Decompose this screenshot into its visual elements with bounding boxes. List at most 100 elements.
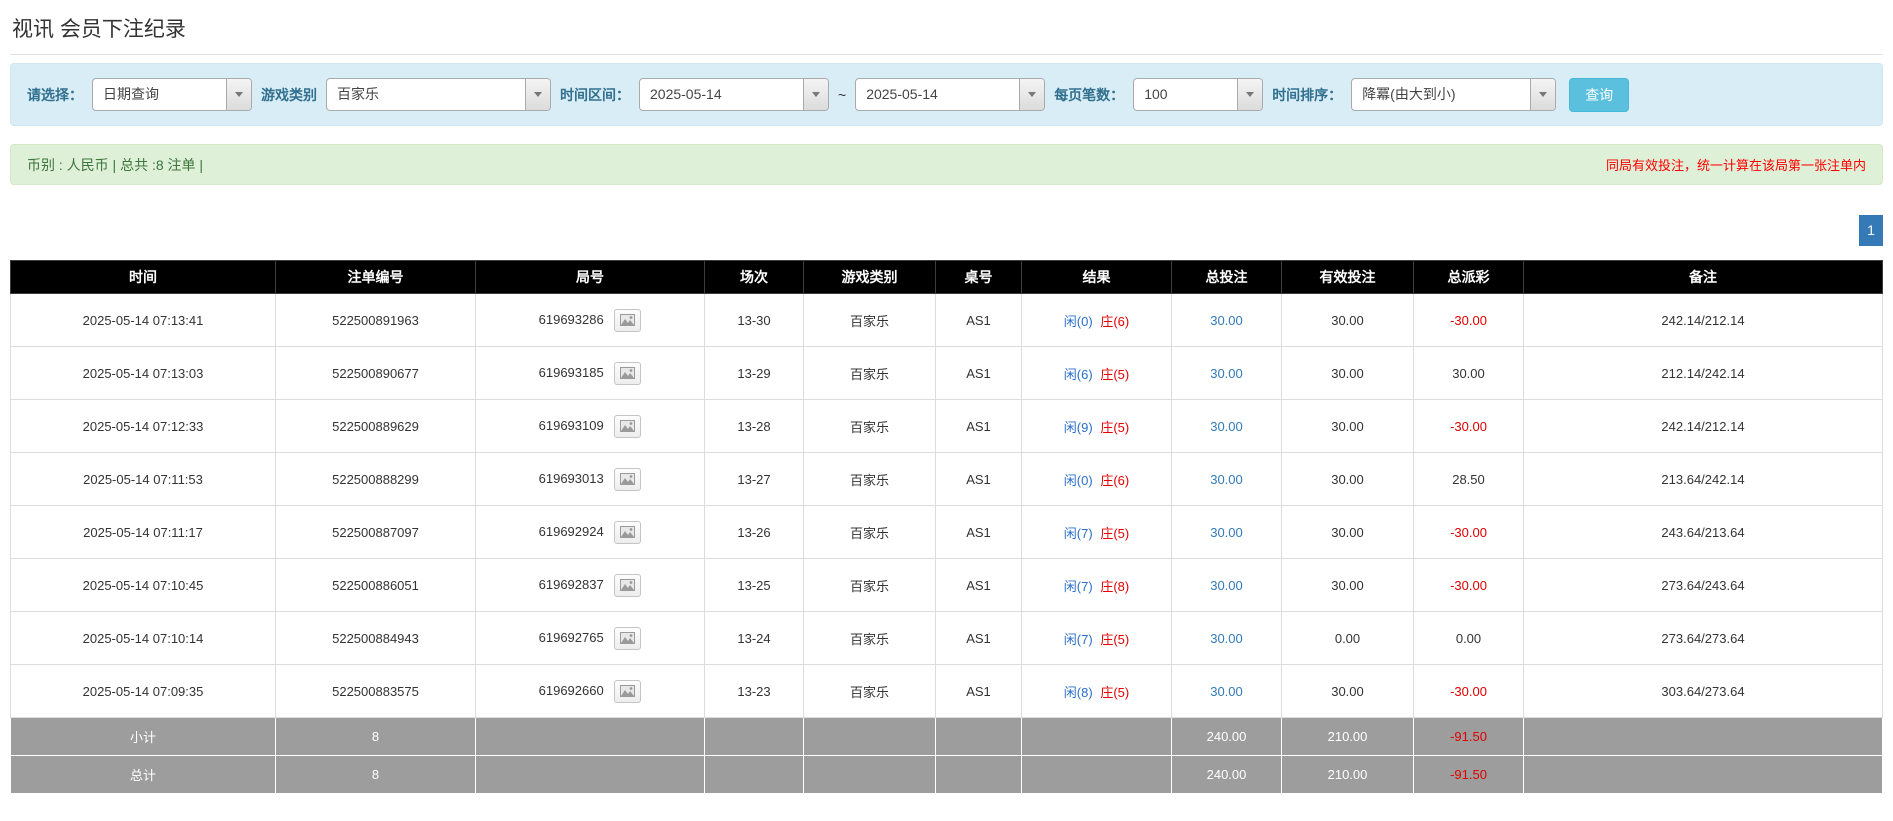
result-player: 闲(6) bbox=[1063, 366, 1093, 382]
cell-round: 619693286 bbox=[475, 293, 705, 347]
round-detail-button[interactable] bbox=[614, 679, 642, 703]
header-payout: 总派彩 bbox=[1413, 260, 1524, 294]
table-header: 时间 注单编号 局号 场次 游戏类别 桌号 结果 总投注 有效投注 总派彩 备注 bbox=[10, 260, 1883, 294]
round-number: 619693185 bbox=[538, 364, 604, 380]
round-detail-button[interactable] bbox=[614, 361, 642, 385]
cell-time: 2025-05-14 07:09:35 bbox=[10, 664, 276, 718]
cell-round: 619692765 bbox=[475, 611, 705, 665]
dropdown-caret-button[interactable] bbox=[226, 79, 251, 110]
cell-round: 619692837 bbox=[475, 558, 705, 612]
cell-valid-bet: 30.00 bbox=[1281, 346, 1414, 400]
sort-dropdown[interactable]: 降冪(由大到小) bbox=[1351, 78, 1557, 111]
cell-total-bet[interactable]: 30.00 bbox=[1171, 346, 1282, 400]
game-type-label: 游戏类别 bbox=[261, 86, 317, 103]
round-result-icon bbox=[620, 632, 636, 644]
cell-payout: 28.50 bbox=[1413, 452, 1524, 506]
dropdown-caret-button[interactable] bbox=[803, 79, 828, 110]
cell-result: 闲(9) 庄(5) bbox=[1021, 399, 1172, 453]
dropdown-caret-button[interactable] bbox=[1530, 79, 1556, 110]
total-total-bet: 240.00 bbox=[1171, 755, 1282, 794]
dropdown-caret-button[interactable] bbox=[1237, 79, 1263, 110]
round-detail-button[interactable] bbox=[614, 626, 642, 650]
query-type-value: 日期查询 bbox=[103, 86, 159, 102]
result-banker: 庄(5) bbox=[1100, 684, 1130, 700]
cell-table-no: AS1 bbox=[935, 452, 1022, 506]
date-from-dropdown[interactable]: 2025-05-14 bbox=[639, 78, 829, 111]
cell-table-no: AS1 bbox=[935, 558, 1022, 612]
cell-note: 242.14/212.14 bbox=[1523, 399, 1883, 453]
game-type-dropdown[interactable]: 百家乐 bbox=[326, 78, 551, 111]
cell-payout: 0.00 bbox=[1413, 611, 1524, 665]
cell-total-bet[interactable]: 30.00 bbox=[1171, 505, 1282, 559]
title-bar: 视讯 会员下注纪录 bbox=[10, 0, 1883, 55]
cell-bet-id: 522500887097 bbox=[275, 505, 476, 559]
round-result-icon bbox=[620, 314, 636, 326]
round-result-icon bbox=[620, 685, 636, 697]
cell-valid-bet: 30.00 bbox=[1281, 399, 1414, 453]
result-player: 闲(7) bbox=[1063, 525, 1093, 541]
result-banker: 庄(6) bbox=[1100, 313, 1130, 329]
game-type-value: 百家乐 bbox=[337, 86, 379, 102]
cell-note: 213.64/242.14 bbox=[1523, 452, 1883, 506]
round-detail-button[interactable] bbox=[614, 467, 642, 491]
cell-total-bet[interactable]: 30.00 bbox=[1171, 664, 1282, 718]
cell-note: 273.64/243.64 bbox=[1523, 558, 1883, 612]
date-to-dropdown[interactable]: 2025-05-14 bbox=[855, 78, 1046, 111]
dropdown-caret-button[interactable] bbox=[1019, 79, 1045, 110]
per-page-dropdown[interactable]: 100 bbox=[1133, 78, 1264, 111]
cell-total-bet[interactable]: 30.00 bbox=[1171, 399, 1282, 453]
round-detail-button[interactable] bbox=[614, 308, 642, 332]
summary-bar: 币别 : 人民币 | 总共 :8 注单 | 同局有效投注，统一计算在该局第一张注… bbox=[10, 144, 1883, 185]
per-page-value: 100 bbox=[1144, 86, 1168, 102]
result-banker: 庄(8) bbox=[1100, 578, 1130, 594]
subtotal-count: 8 bbox=[275, 717, 476, 756]
cell-game-type: 百家乐 bbox=[803, 505, 936, 559]
header-valid-bet: 有效投注 bbox=[1281, 260, 1414, 294]
cell-valid-bet: 30.00 bbox=[1281, 452, 1414, 506]
cell-game-type: 百家乐 bbox=[803, 346, 936, 400]
page-number-button[interactable]: 1 bbox=[1859, 215, 1883, 246]
cell-game-type: 百家乐 bbox=[803, 399, 936, 453]
cell-total-bet[interactable]: 30.00 bbox=[1171, 293, 1282, 347]
result-player: 闲(0) bbox=[1063, 472, 1093, 488]
cell-game-type: 百家乐 bbox=[803, 293, 936, 347]
query-type-dropdown[interactable]: 日期查询 bbox=[92, 78, 252, 111]
round-detail-button[interactable] bbox=[614, 414, 642, 438]
cell-total-bet[interactable]: 30.00 bbox=[1171, 452, 1282, 506]
sort-label: 时间排序： bbox=[1272, 86, 1343, 103]
cell-time: 2025-05-14 07:11:53 bbox=[10, 452, 276, 506]
cell-round: 619692660 bbox=[475, 664, 705, 718]
cell-payout: -30.00 bbox=[1413, 558, 1524, 612]
table-row: 2025-05-14 07:10:14 522500884943 6196927… bbox=[10, 611, 1883, 665]
date-to-value: 2025-05-14 bbox=[866, 86, 938, 102]
cell-total-bet[interactable]: 30.00 bbox=[1171, 558, 1282, 612]
chevron-down-icon bbox=[1246, 92, 1255, 97]
search-button[interactable]: 查询 bbox=[1569, 77, 1630, 112]
pagination: 1 bbox=[10, 215, 1883, 246]
cell-total-bet[interactable]: 30.00 bbox=[1171, 611, 1282, 665]
cell-round: 619693013 bbox=[475, 452, 705, 506]
cell-time: 2025-05-14 07:10:14 bbox=[10, 611, 276, 665]
cell-session: 13-25 bbox=[704, 558, 804, 612]
result-player: 闲(7) bbox=[1063, 578, 1093, 594]
cell-table-no: AS1 bbox=[935, 293, 1022, 347]
dropdown-caret-button[interactable] bbox=[525, 79, 550, 110]
table-row: 2025-05-14 07:11:17 522500887097 6196929… bbox=[10, 505, 1883, 559]
round-detail-button[interactable] bbox=[614, 573, 642, 597]
chevron-down-icon bbox=[235, 92, 243, 97]
cell-round: 619693185 bbox=[475, 346, 705, 400]
cell-game-type: 百家乐 bbox=[803, 611, 936, 665]
result-banker: 庄(5) bbox=[1100, 525, 1130, 541]
date-range-label: 时间区间： bbox=[560, 86, 630, 103]
page: 视讯 会员下注纪录 请选择： 日期查询 游戏类别 百家乐 时间区间： 2025-… bbox=[0, 0, 1893, 794]
subtotal-label: 小计 bbox=[10, 717, 276, 756]
cell-session: 13-28 bbox=[704, 399, 804, 453]
cell-bet-id: 522500883575 bbox=[275, 664, 476, 718]
cell-valid-bet: 30.00 bbox=[1281, 664, 1414, 718]
cell-valid-bet: 30.00 bbox=[1281, 558, 1414, 612]
chevron-down-icon bbox=[534, 92, 542, 97]
round-detail-button[interactable] bbox=[614, 520, 642, 544]
cell-result: 闲(7) 庄(5) bbox=[1021, 505, 1172, 559]
cell-game-type: 百家乐 bbox=[803, 558, 936, 612]
cell-bet-id: 522500884943 bbox=[275, 611, 476, 665]
